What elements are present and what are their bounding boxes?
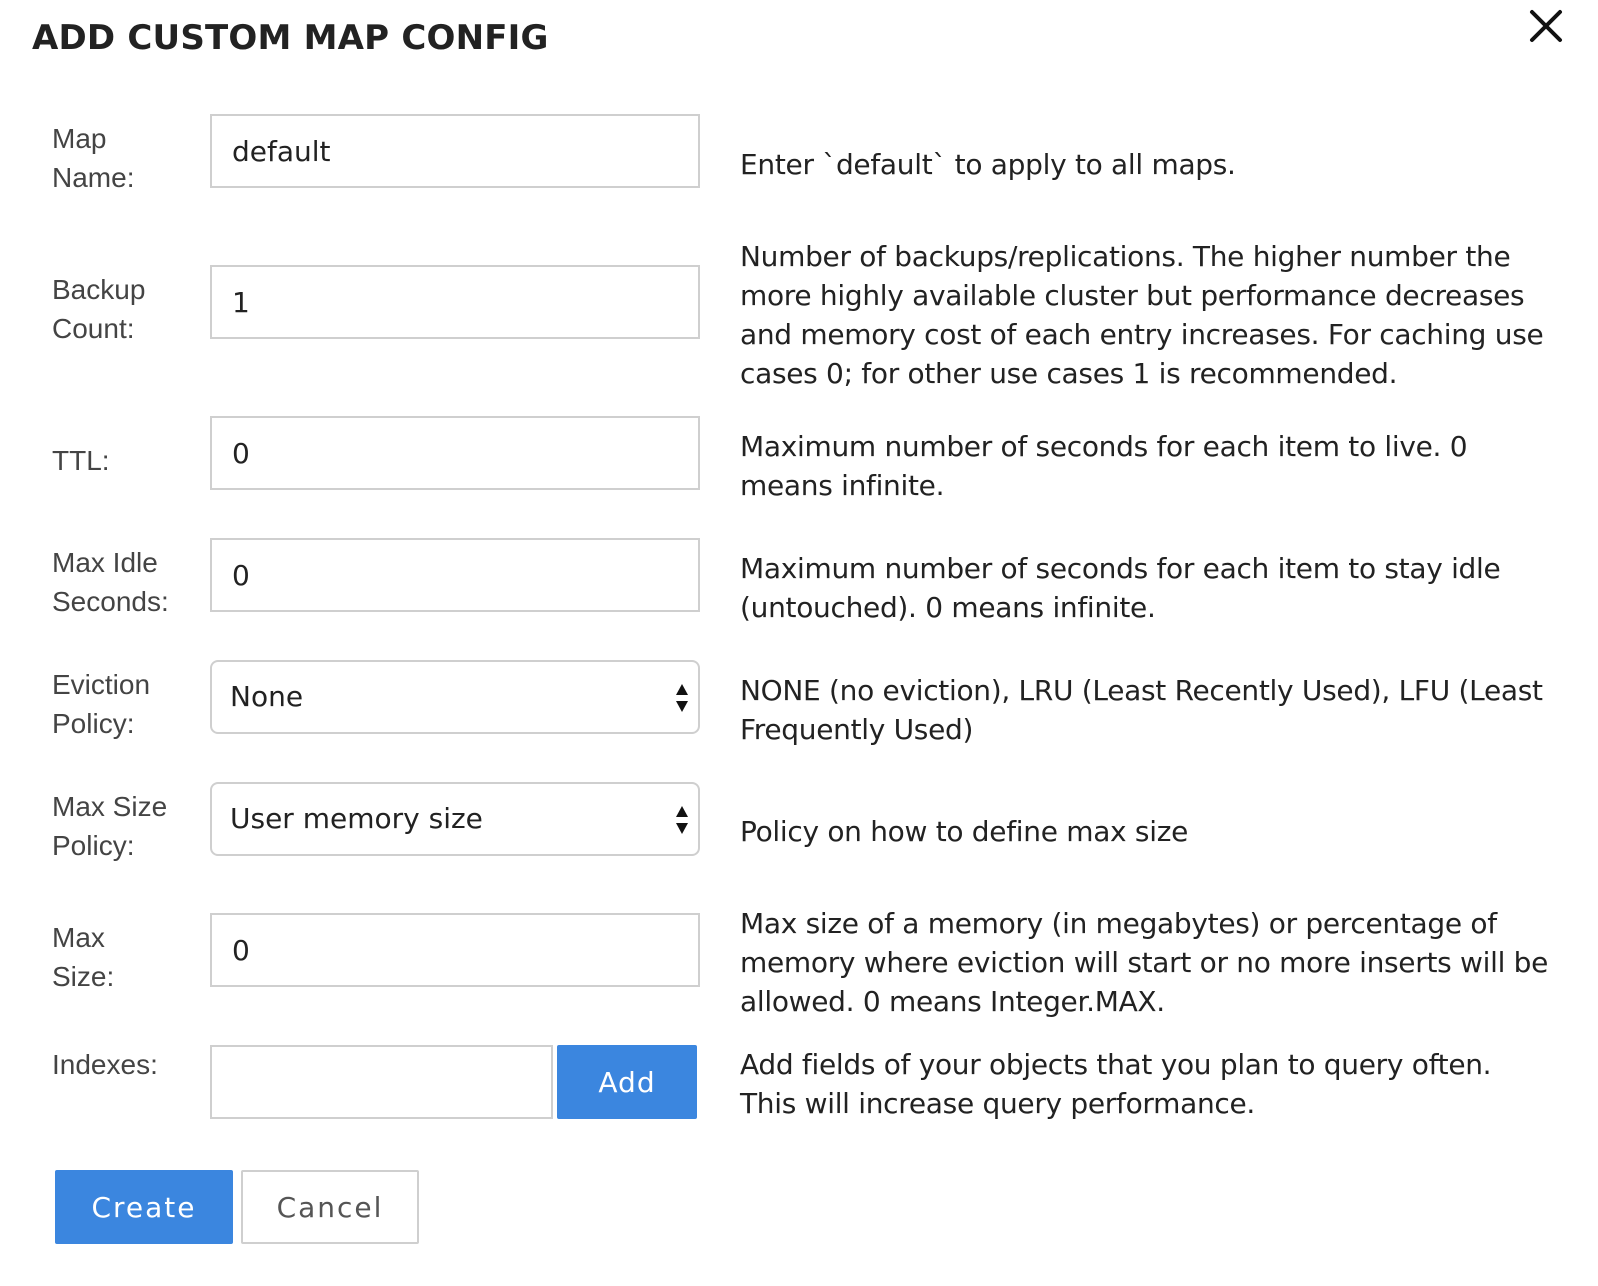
- eviction-policy-select[interactable]: None: [210, 660, 700, 734]
- map-name-label: Map Name:: [52, 119, 202, 197]
- indexes-label: Indexes:: [52, 1049, 158, 1080]
- max-size-help: Max size of a memory (in megabytes) or p…: [740, 907, 1549, 1018]
- map-name-help: Enter `default` to apply to all maps.: [740, 148, 1236, 181]
- max-size-policy-select[interactable]: User memory size: [210, 782, 700, 856]
- backup-count-input[interactable]: [210, 265, 700, 339]
- max-size-label-line2: Size:: [52, 961, 115, 992]
- max-size-policy-value: User memory size: [230, 802, 483, 835]
- map-name-label-line1: Map: [52, 123, 107, 154]
- max-size-policy-label-line2: Policy:: [52, 830, 135, 861]
- backup-count-label-line2: Count:: [52, 313, 135, 344]
- create-button[interactable]: Create: [55, 1170, 233, 1244]
- eviction-policy-value: None: [230, 680, 304, 713]
- eviction-policy-help: NONE (no eviction), LRU (Least Recently …: [740, 674, 1543, 746]
- close-icon: [1530, 10, 1562, 42]
- close-button[interactable]: [1524, 4, 1568, 48]
- eviction-policy-label-line1: Eviction: [52, 669, 151, 700]
- cancel-button[interactable]: Cancel: [241, 1170, 419, 1244]
- max-idle-label: Max Idle Seconds:: [52, 543, 202, 621]
- ttl-input[interactable]: [210, 416, 700, 490]
- max-size-policy-help: Policy on how to define max size: [740, 815, 1189, 848]
- ttl-help: Maximum number of seconds for each item …: [740, 430, 1468, 502]
- max-idle-label-line2: Seconds:: [52, 586, 169, 617]
- indexes-help: Add fields of your objects that you plan…: [740, 1048, 1492, 1120]
- max-idle-help: Maximum number of seconds for each item …: [740, 552, 1501, 624]
- map-name-input[interactable]: [210, 114, 700, 188]
- eviction-policy-label: Eviction Policy:: [52, 665, 202, 743]
- add-index-button[interactable]: Add: [557, 1045, 697, 1119]
- eviction-policy-label-line2: Policy:: [52, 708, 135, 739]
- dialog-title: ADD CUSTOM MAP CONFIG: [32, 18, 549, 58]
- max-size-input[interactable]: [210, 913, 700, 987]
- max-idle-label-line1: Max Idle: [52, 547, 158, 578]
- max-size-label-line1: Max: [52, 922, 105, 953]
- max-size-label: Max Size:: [52, 918, 202, 996]
- max-size-policy-label: Max Size Policy:: [52, 787, 202, 865]
- backup-count-label-line1: Backup: [52, 274, 146, 305]
- updown-arrows-icon: [676, 684, 688, 712]
- indexes-input[interactable]: [210, 1045, 553, 1119]
- updown-arrows-icon: [676, 806, 688, 834]
- max-size-policy-label-line1: Max Size: [52, 791, 168, 822]
- ttl-label: TTL:: [52, 445, 110, 476]
- backup-count-label: Backup Count:: [52, 270, 202, 348]
- map-name-label-line2: Name:: [52, 162, 135, 193]
- backup-count-help: Number of backups/replications. The high…: [740, 240, 1544, 390]
- max-idle-input[interactable]: [210, 538, 700, 612]
